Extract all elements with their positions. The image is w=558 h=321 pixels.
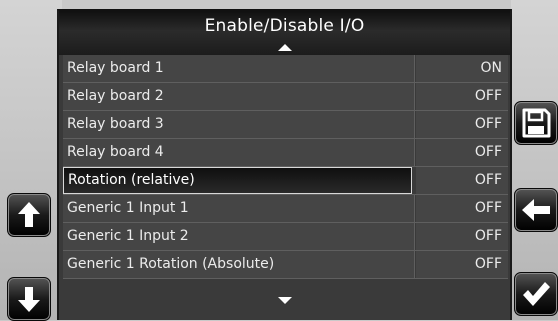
io-row-generic-1-input-1[interactable]: Generic 1 Input 1 OFF: [63, 195, 508, 223]
page-title: Enable/Disable I/O: [204, 16, 365, 36]
io-name: Generic 1 Input 1: [63, 195, 415, 222]
left-button-rail: [0, 0, 62, 320]
io-state-toggle[interactable]: OFF: [416, 251, 508, 278]
scroll-down-button[interactable]: [7, 277, 51, 321]
io-state-toggle[interactable]: OFF: [416, 83, 508, 110]
io-state-toggle[interactable]: OFF: [416, 111, 508, 138]
io-name: Relay board 4: [63, 139, 415, 166]
io-row-relay-board-3[interactable]: Relay board 3 OFF: [63, 111, 508, 139]
checkmark-icon: [523, 282, 550, 306]
io-state-toggle[interactable]: ON: [416, 55, 508, 82]
scroll-down-indicator-icon: [278, 297, 292, 304]
io-name: Relay board 2: [63, 83, 415, 110]
io-settings-panel: Enable/Disable I/O Relay board 1 ON Rela…: [57, 9, 512, 320]
io-state-toggle[interactable]: OFF: [416, 195, 508, 222]
scroll-up-indicator-icon: [278, 44, 292, 51]
io-name: Generic 1 Rotation (Absolute): [63, 251, 415, 278]
io-state-toggle[interactable]: OFF: [416, 167, 508, 194]
io-list: Relay board 1 ON Relay board 2 OFF Relay…: [63, 55, 508, 279]
io-row-generic-1-rotation-absolute[interactable]: Generic 1 Rotation (Absolute) OFF: [63, 251, 508, 279]
io-row-relay-board-1[interactable]: Relay board 1 ON: [63, 55, 508, 83]
arrow-up-icon: [18, 202, 40, 227]
save-button[interactable]: [514, 101, 558, 145]
io-state-toggle[interactable]: OFF: [416, 223, 508, 250]
arrow-down-icon: [18, 287, 40, 312]
io-row-generic-1-input-2[interactable]: Generic 1 Input 2 OFF: [63, 223, 508, 251]
io-name: Relay board 1: [63, 55, 415, 82]
back-button[interactable]: [514, 188, 558, 232]
io-row-rotation-relative[interactable]: Rotation (relative) OFF: [63, 167, 508, 195]
floppy-disk-icon: [522, 108, 551, 138]
io-row-relay-board-4[interactable]: Relay board 4 OFF: [63, 139, 508, 167]
confirm-button[interactable]: [514, 272, 558, 316]
io-row-relay-board-2[interactable]: Relay board 2 OFF: [63, 83, 508, 111]
io-name: Generic 1 Input 2: [63, 223, 415, 250]
io-state-toggle[interactable]: OFF: [416, 139, 508, 166]
title-bar: Enable/Disable I/O: [59, 11, 510, 55]
io-name-selected: Rotation (relative): [63, 167, 412, 194]
arrow-left-icon: [522, 199, 550, 221]
io-name: Relay board 3: [63, 111, 415, 138]
scroll-up-button[interactable]: [7, 193, 51, 237]
